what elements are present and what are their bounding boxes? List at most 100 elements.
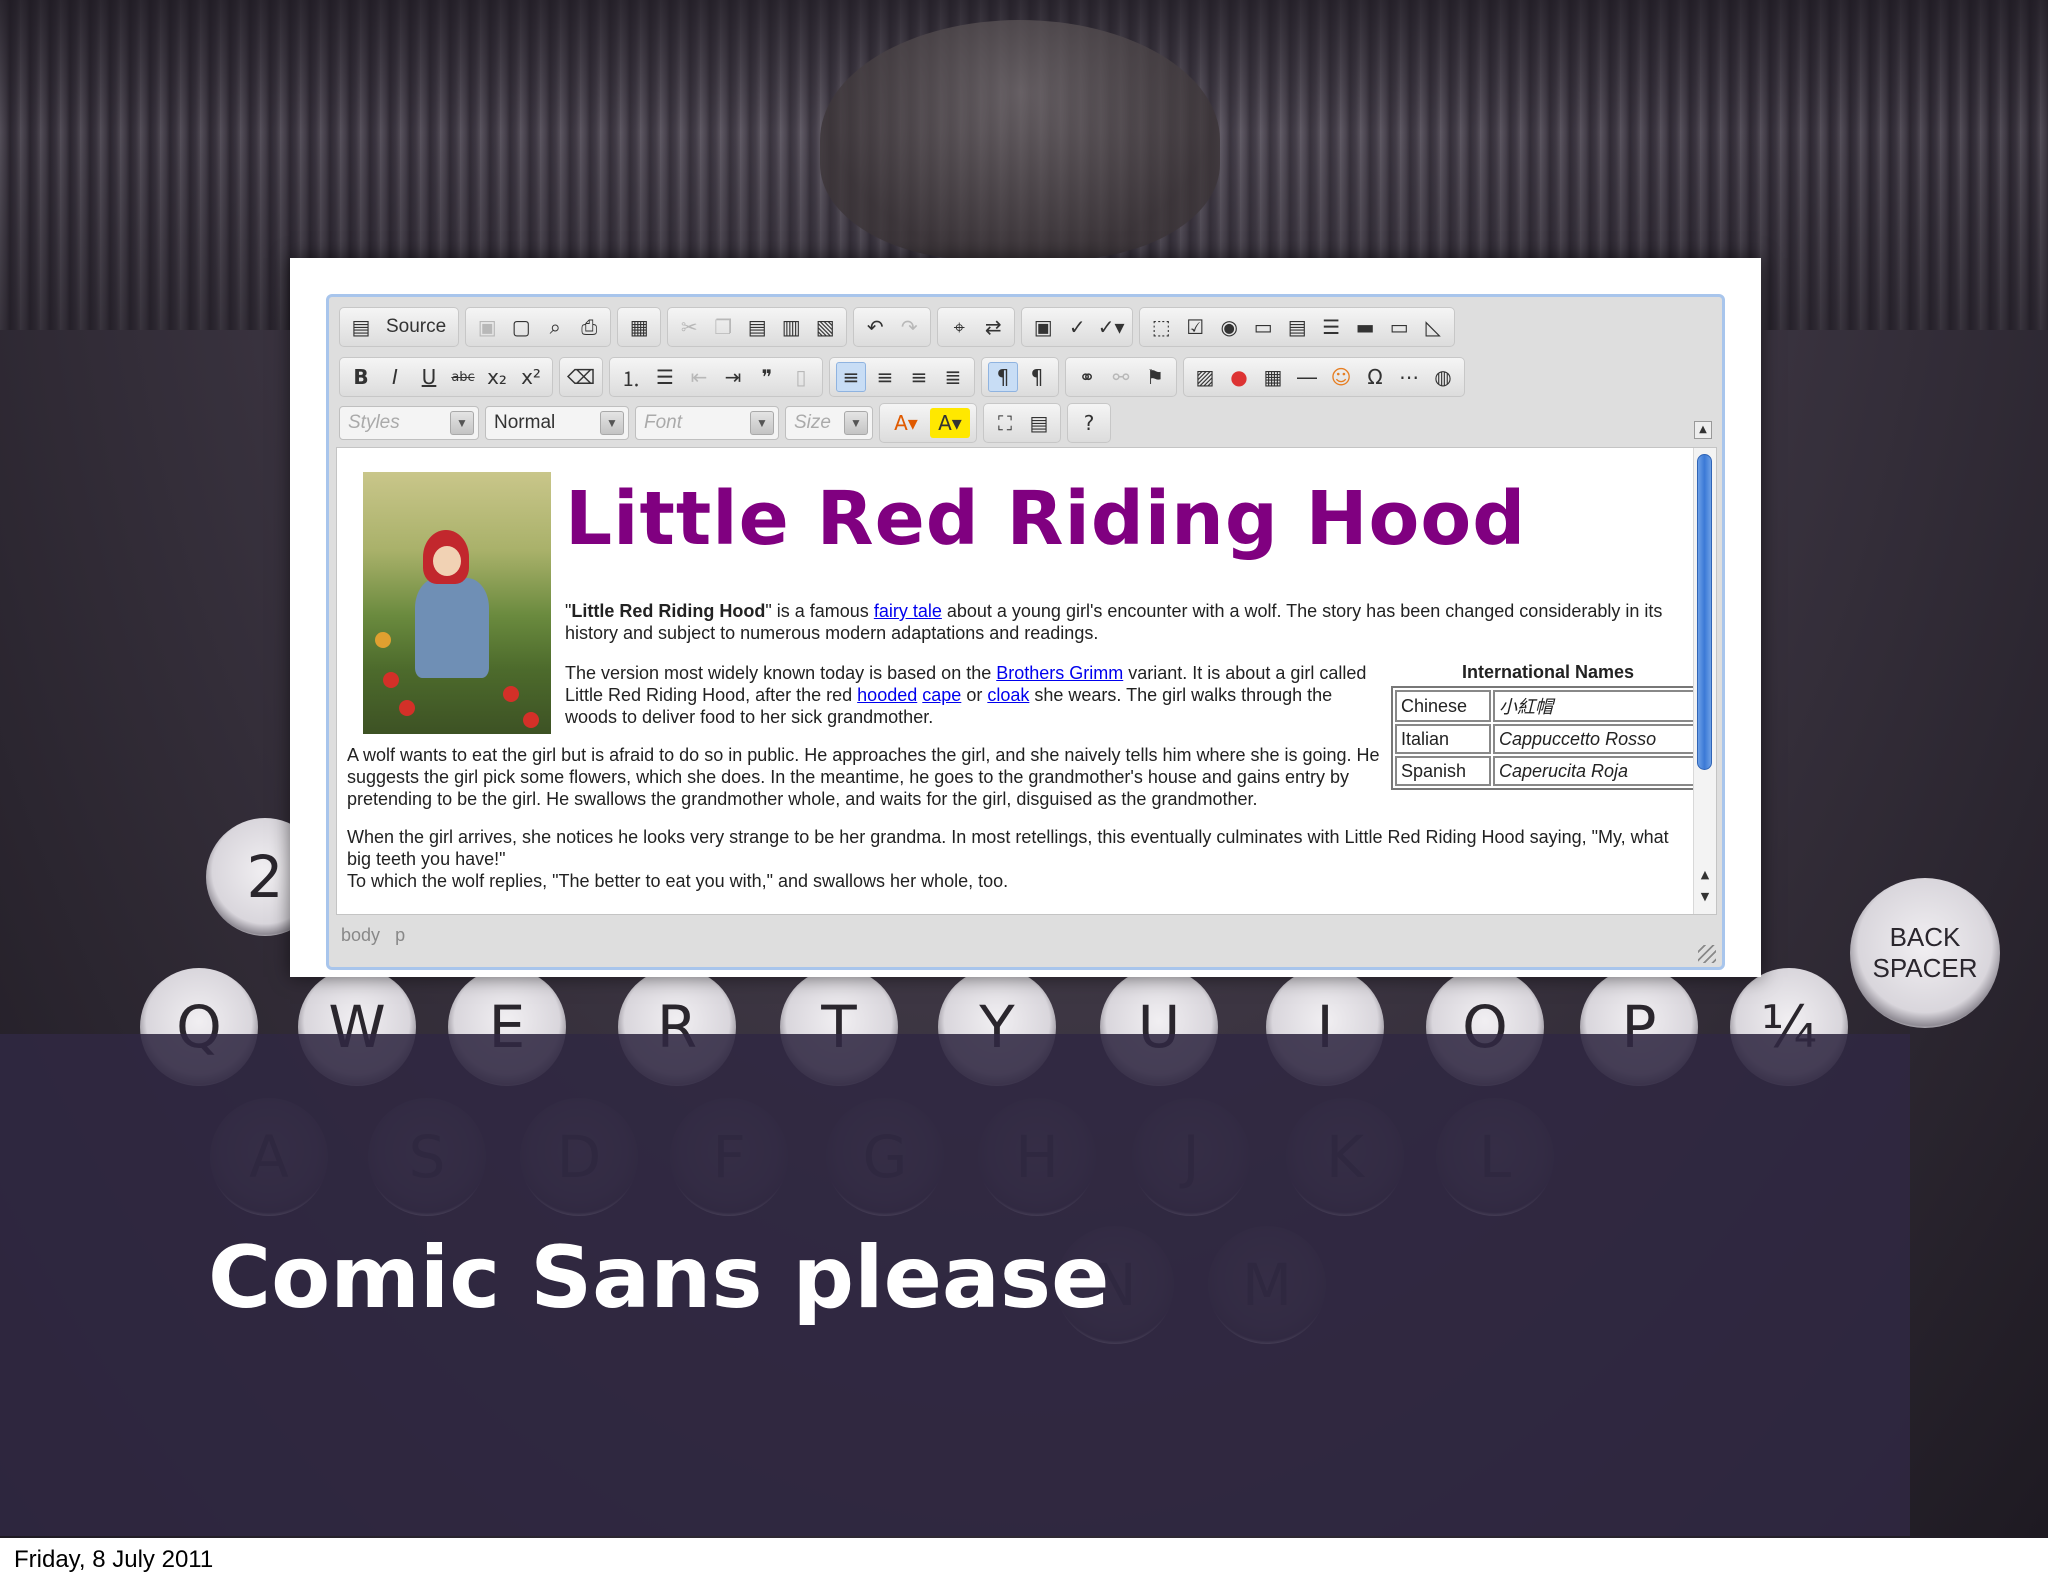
numbered-list-icon[interactable]: ⒈ — [616, 362, 646, 392]
link-fairy-tale[interactable]: fairy tale — [874, 601, 942, 621]
remove-format-icon[interactable]: ⌫ — [566, 362, 596, 392]
button-field-icon[interactable]: ▬ — [1350, 312, 1380, 342]
language-cell: Italian — [1395, 724, 1491, 754]
iframe-icon[interactable]: ◍ — [1428, 362, 1458, 392]
maximize-icon[interactable]: ⛶ — [990, 408, 1020, 438]
link-cape[interactable]: cape — [922, 685, 961, 705]
source-icon: ▤ — [351, 315, 371, 339]
chevron-down-icon: ▼ — [600, 411, 624, 435]
image-icon[interactable]: ▨ — [1190, 362, 1220, 392]
form-icon[interactable]: ⬚ — [1146, 312, 1176, 342]
copy-icon[interactable]: ❐ — [708, 312, 738, 342]
content-scrollbar[interactable]: ▲ ▼ — [1693, 448, 1716, 914]
format-combo[interactable]: Normal ▼ — [485, 406, 629, 440]
horizontal-rule-icon[interactable]: ― — [1292, 362, 1322, 392]
radio-icon[interactable]: ◉ — [1214, 312, 1244, 342]
unlink-icon[interactable]: ⚯ — [1106, 362, 1136, 392]
name-cell: Caperucita Roja — [1493, 756, 1701, 786]
paste-text-icon[interactable]: ▥ — [776, 312, 806, 342]
special-char-icon[interactable]: Ω — [1360, 362, 1390, 392]
subscript-icon[interactable]: x₂ — [482, 362, 512, 392]
resize-handle-icon[interactable] — [1698, 945, 1716, 963]
footer-date: Friday, 8 July 2011 — [14, 1546, 214, 1573]
rich-text-editor: ▤ Source ▣ ▢ ⌕ ⎙ ▦ ✂ ❐ ▤ ▥ ▧ ↶ ↷ ⌖ ⇄ ▣ ✓… — [326, 294, 1725, 970]
redo-icon[interactable]: ↷ — [894, 312, 924, 342]
table-row: Italian Cappuccetto Rosso — [1395, 724, 1701, 754]
scroll-up-icon[interactable]: ▲ — [1698, 868, 1712, 882]
paste-icon[interactable]: ▤ — [742, 312, 772, 342]
size-combo[interactable]: Size ▼ — [785, 406, 873, 440]
align-left-icon[interactable]: ≡ — [836, 362, 866, 392]
find-icon[interactable]: ⌖ — [944, 312, 974, 342]
ltr-icon[interactable]: ¶ — [988, 362, 1018, 392]
italic-icon[interactable]: I — [380, 362, 410, 392]
save-icon[interactable]: ▣ — [472, 312, 502, 342]
hidden-field-icon[interactable]: ◺ — [1418, 312, 1448, 342]
outdent-icon[interactable]: ⇤ — [684, 362, 714, 392]
spellcheck-as-you-type-icon[interactable]: ✓▾ — [1096, 312, 1126, 342]
anchor-icon[interactable]: ⚑ — [1140, 362, 1170, 392]
print-icon[interactable]: ⎙ — [574, 312, 604, 342]
flash-icon[interactable]: ● — [1224, 362, 1254, 392]
replace-icon[interactable]: ⇄ — [978, 312, 1008, 342]
table-icon[interactable]: ▦ — [1258, 362, 1288, 392]
bold-icon[interactable]: B — [346, 362, 376, 392]
show-blocks-icon[interactable]: ▤ — [1024, 408, 1054, 438]
styles-combo[interactable]: Styles ▼ — [339, 406, 479, 440]
align-right-icon[interactable]: ≡ — [904, 362, 934, 392]
scrollbar-thumb[interactable] — [1697, 454, 1712, 770]
typewriter-hub — [820, 20, 1220, 260]
superscript-icon[interactable]: x² — [516, 362, 546, 392]
link-hooded[interactable]: hooded — [857, 685, 917, 705]
strike-icon[interactable]: abc — [448, 362, 478, 392]
textarea-icon[interactable]: ▤ — [1282, 312, 1312, 342]
checkbox-icon[interactable]: ☑ — [1180, 312, 1210, 342]
paragraph-wolf: A wolf wants to eat the girl but is afra… — [347, 745, 1380, 809]
templates-icon[interactable]: ▦ — [624, 312, 654, 342]
text-color-icon[interactable]: A▾ — [886, 408, 926, 438]
page-break-icon[interactable]: ⋯ — [1394, 362, 1424, 392]
paste-word-icon[interactable]: ▧ — [810, 312, 840, 342]
underline-icon[interactable]: U — [414, 362, 444, 392]
international-names-table: International Names Chinese 小紅帽 Italian … — [1391, 662, 1705, 790]
toolbar-row-1: ▤ Source ▣ ▢ ⌕ ⎙ ▦ ✂ ❐ ▤ ▥ ▧ ↶ ↷ ⌖ ⇄ ▣ ✓… — [339, 307, 1456, 347]
collapse-toolbar-button[interactable]: ▲ — [1694, 421, 1712, 439]
source-button[interactable]: Source — [380, 316, 452, 338]
cut-icon[interactable]: ✂ — [674, 312, 704, 342]
bg-color-icon[interactable]: A▾ — [930, 408, 970, 438]
table-row: Chinese 小紅帽 — [1395, 690, 1701, 722]
align-center-icon[interactable]: ≡ — [870, 362, 900, 392]
path-body[interactable]: body — [341, 925, 380, 945]
slide-caption: Comic Sans please — [208, 1228, 1110, 1328]
element-path-bar: body p — [341, 925, 405, 946]
image-button-icon[interactable]: ▭ — [1384, 312, 1414, 342]
justify-icon[interactable]: ≣ — [938, 362, 968, 392]
indent-icon[interactable]: ⇥ — [718, 362, 748, 392]
spellcheck-icon[interactable]: ✓ — [1062, 312, 1092, 342]
about-icon[interactable]: ? — [1074, 408, 1104, 438]
undo-icon[interactable]: ↶ — [860, 312, 890, 342]
link-cloak[interactable]: cloak — [987, 685, 1029, 705]
paragraph-intro: "Little Red Riding Hood" is a famous fai… — [565, 601, 1663, 643]
font-combo[interactable]: Font ▼ — [635, 406, 779, 440]
textfield-icon[interactable]: ▭ — [1248, 312, 1278, 342]
rtl-icon[interactable]: ¶ — [1022, 362, 1052, 392]
select-all-icon[interactable]: ▣ — [1028, 312, 1058, 342]
div-container-icon[interactable]: ▯ — [786, 362, 816, 392]
editor-content-area[interactable]: Little Red Riding Hood "Little Red Ridin… — [336, 447, 1717, 915]
new-page-icon[interactable]: ▢ — [506, 312, 536, 342]
language-cell: Spanish — [1395, 756, 1491, 786]
link-icon[interactable]: ⚭ — [1072, 362, 1102, 392]
toolbar-row-2: B I U abc x₂ x² ⌫ ⒈ ☰ ⇤ ⇥ ❞ ▯ ≡ ≡ ≡ ≣ ¶ … — [339, 357, 1465, 397]
select-field-icon[interactable]: ☰ — [1316, 312, 1346, 342]
blockquote-icon[interactable]: ❞ — [752, 362, 782, 392]
slide-footer: Friday, 8 July 2011 — [0, 1538, 2048, 1576]
preview-icon[interactable]: ⌕ — [540, 312, 570, 342]
smiley-icon[interactable]: ☺ — [1326, 362, 1356, 392]
link-brothers-grimm[interactable]: Brothers Grimm — [996, 663, 1123, 683]
name-cell: 小紅帽 — [1493, 690, 1701, 722]
bulleted-list-icon[interactable]: ☰ — [650, 362, 680, 392]
paragraph-ending: When the girl arrives, she notices he lo… — [347, 827, 1669, 891]
path-p[interactable]: p — [395, 925, 405, 945]
scroll-down-icon[interactable]: ▼ — [1698, 890, 1712, 904]
